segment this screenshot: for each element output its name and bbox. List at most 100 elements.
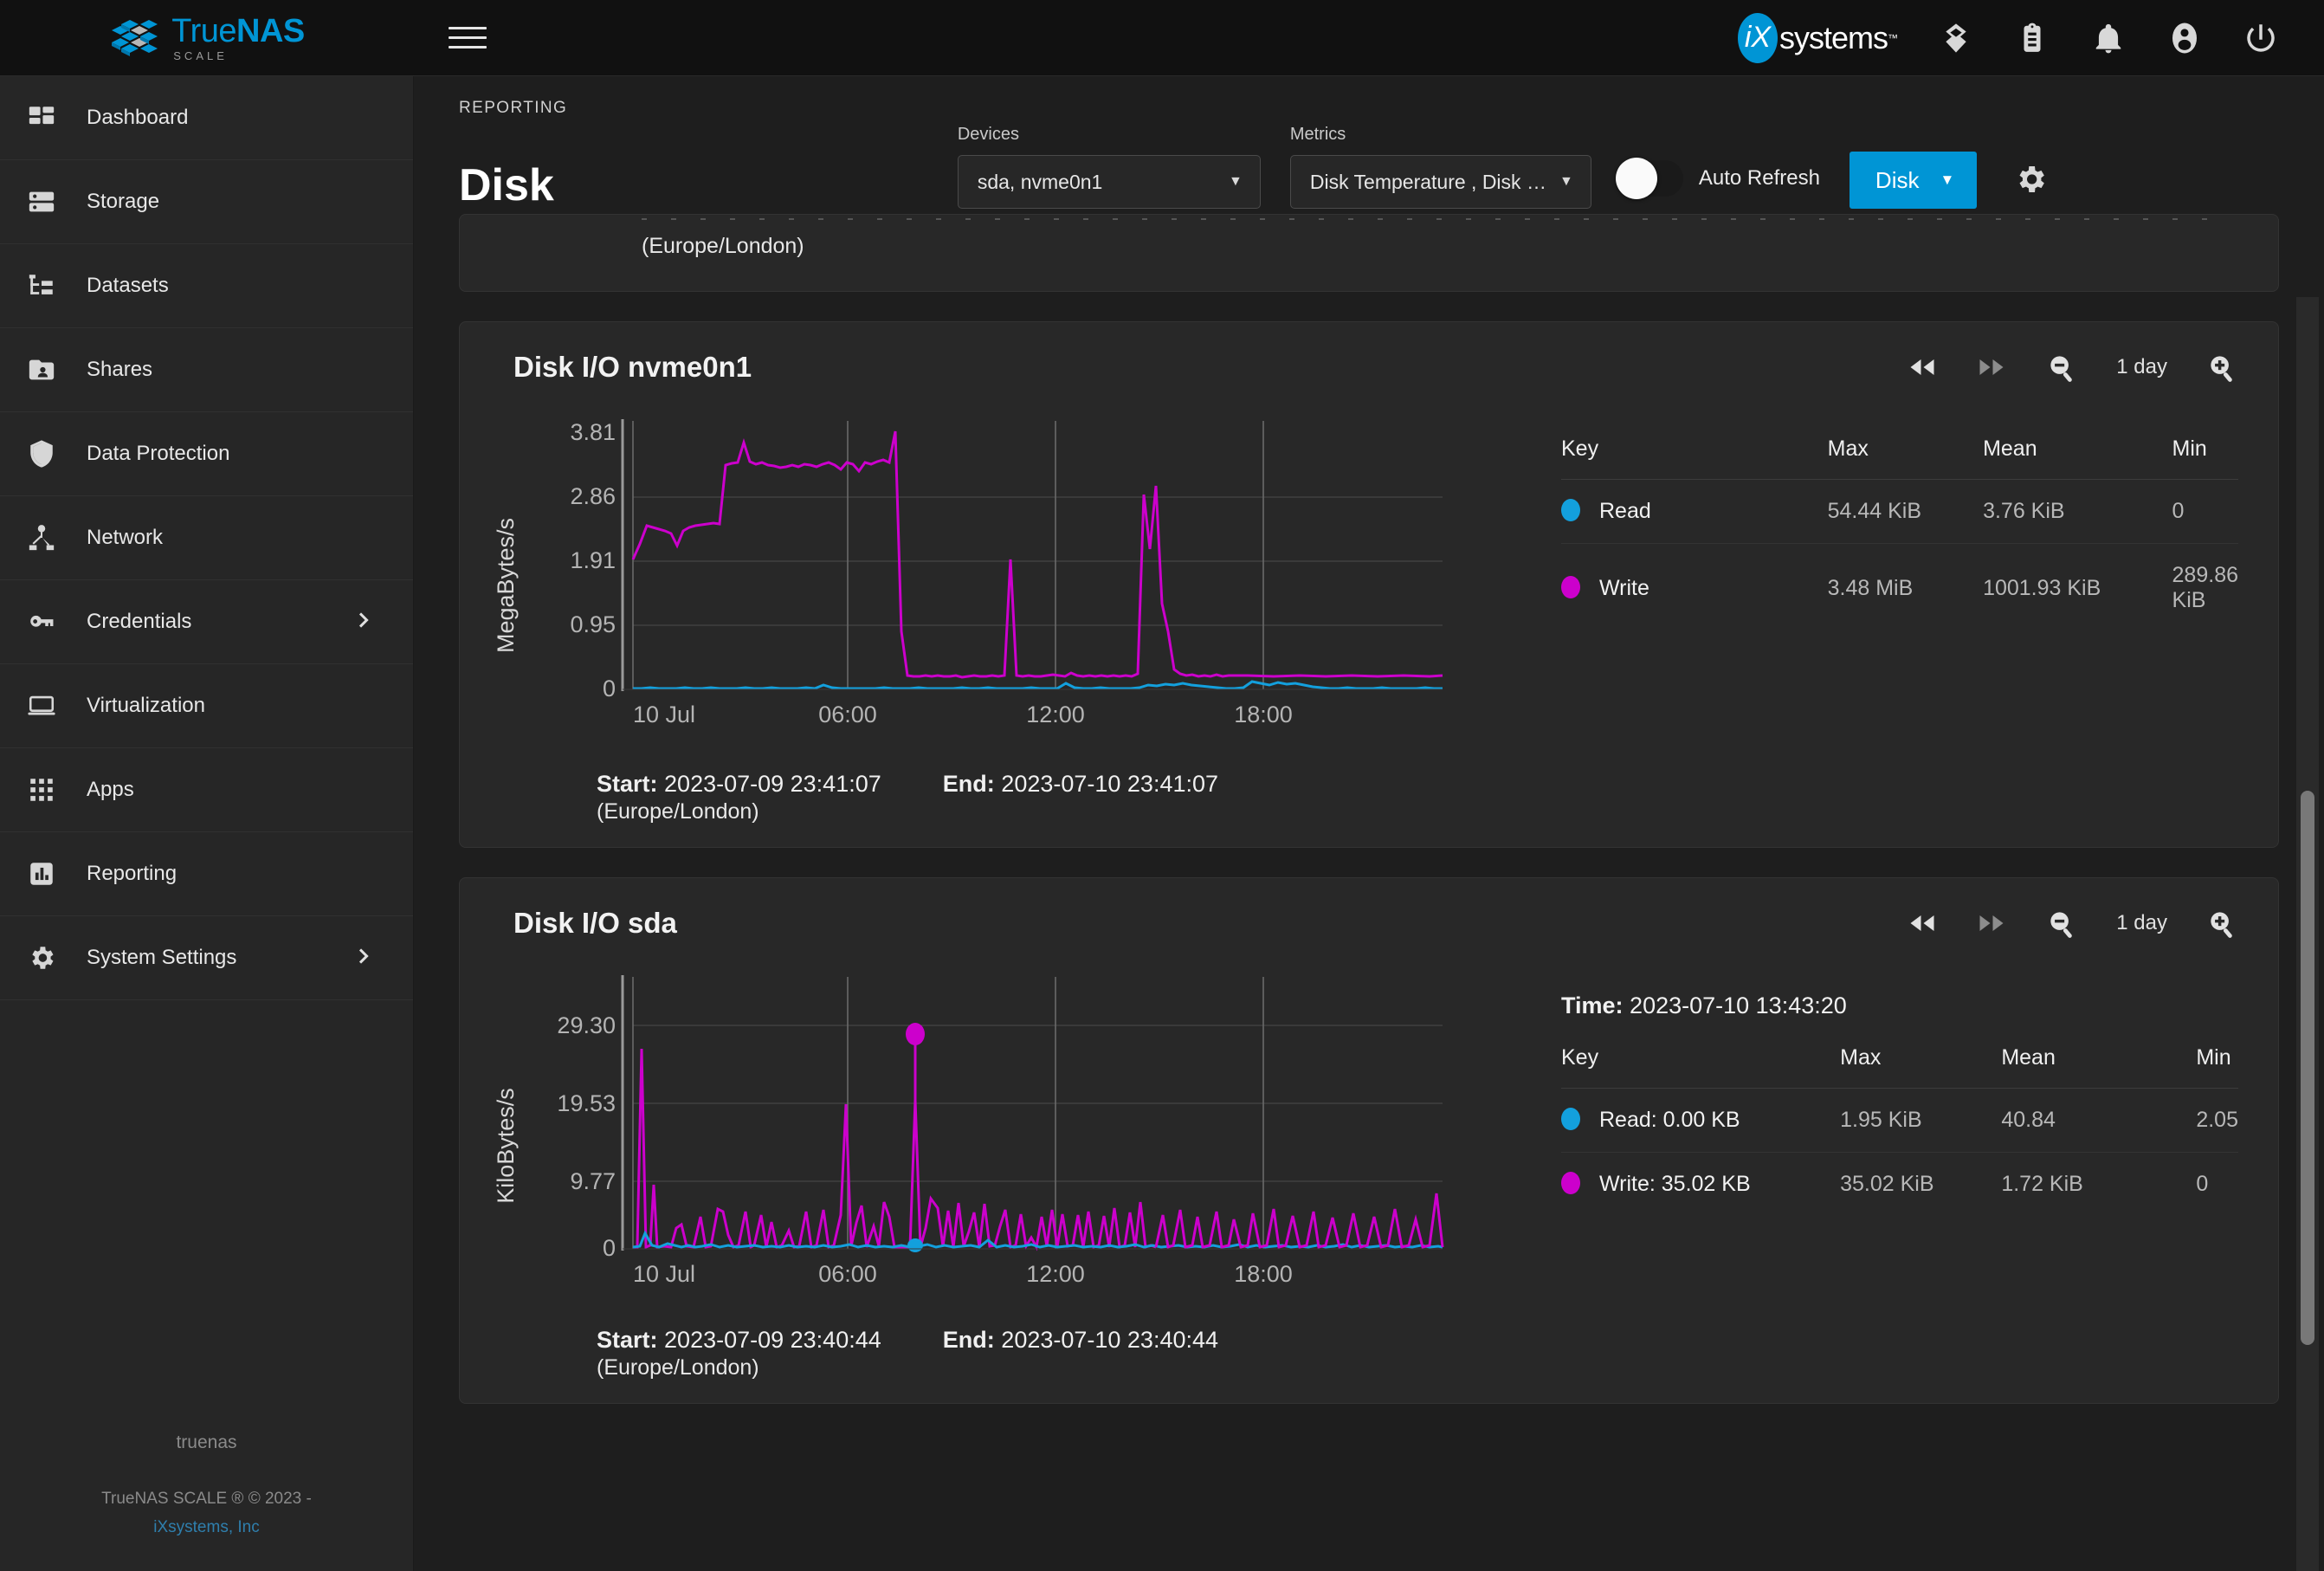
row-key-label: Read: 0.00 KB [1599,1108,1740,1132]
sidebar-item-label: Dashboard [87,106,377,130]
main-content: REPORTING Disk Devices sda, nvme0n1 ▼ M [414,76,2324,1571]
reports-scroll-area[interactable]: (Europe/London) Disk I/O nvme0n1 [414,214,2324,1571]
report-settings-gear-icon[interactable] [2006,155,2055,204]
auto-refresh-toggle[interactable] [1621,160,1683,197]
devices-value: sda, nvme0n1 [978,171,1102,194]
top-bar: TrueNAS SCALE iX systems ™ [0,0,2324,76]
row-min-cell: 0 [2196,1153,2238,1217]
network-icon [24,520,59,555]
page-title: Disk [459,161,554,214]
zoom-in-icon[interactable] [2205,351,2238,384]
x-tick: 10 Jul [633,1261,695,1287]
table-header-row: Key Max Mean Min [1561,1045,2238,1089]
timezone-label: (Europe/London) [494,798,1507,847]
time-value: 2023-07-10 13:43:20 [1630,992,1847,1018]
metrics-select[interactable]: Disk Temperature , Disk I... ▼ [1290,155,1591,209]
app-body: Dashboard Storage Datasets [0,76,2324,1571]
sidebar-item-dashboard[interactable]: Dashboard [0,76,413,160]
sidebar-item-credentials[interactable]: Credentials [0,580,413,664]
sidebar-item-datasets[interactable]: Datasets [0,244,413,328]
ixsystems-logo[interactable]: iX systems ™ [1738,13,1898,63]
chart-sda[interactable]: KiloBytes/s 29.30 19.53 9.77 0 [494,968,1507,1315]
sidebar-item-virtualization[interactable]: Virtualization [0,664,413,748]
vertical-grid-lines [633,421,1263,689]
sidebar-item-storage[interactable]: Storage [0,160,413,244]
forward-icon[interactable] [1976,354,2007,380]
report-type-label: Disk [1875,167,1920,194]
brand-name-part1: True [171,13,236,49]
clipboard-jobs-icon[interactable] [2014,20,2050,56]
column-header-mean: Mean [2001,1045,2196,1089]
column-header-max: Max [1828,436,1983,480]
sidebar-item-system-settings[interactable]: System Settings [0,916,413,1000]
metrics-value: Disk Temperature , Disk I... [1310,171,1547,194]
hamburger-menu-icon[interactable] [449,19,487,57]
dashboard-icon [24,100,59,135]
rewind-icon[interactable] [1907,354,1938,380]
power-icon[interactable] [2243,20,2279,56]
series-read [633,682,1443,689]
timezone-label: (Europe/London) [494,1354,1507,1403]
series-color-dot-read [1561,1108,1580,1130]
zoom-in-icon[interactable] [2205,907,2238,940]
scrollbar-thumb[interactable] [2301,791,2314,1345]
brand-logo[interactable]: TrueNAS SCALE [0,0,414,76]
start-label: Start: [597,771,658,797]
report-card-sda: Disk I/O sda 1 day [459,877,2279,1404]
chart-nvme0n1[interactable]: MegaBytes/s 3.81 2.86 1.91 0.95 0 [494,412,1507,759]
row-key-cell: Read [1561,480,1828,544]
ixsystems-link[interactable]: iXsystems, Inc [153,1518,259,1536]
sidebar-item-network[interactable]: Network [0,496,413,580]
sidebar-item-label: Reporting [87,862,377,886]
ixsystems-trademark: ™ [1888,32,1898,44]
breadcrumb: REPORTING [459,99,2324,118]
y-tick: 1.91 [570,547,616,573]
y-axis-label: MegaBytes/s [494,518,519,653]
chart-svg: KiloBytes/s 29.30 19.53 9.77 0 [494,968,1507,1315]
row-key-cell: Write [1561,544,1828,633]
sidebar-item-reporting[interactable]: Reporting [0,832,413,916]
row-max-cell: 1.95 KiB [1840,1089,2001,1153]
table-row: Read: 0.00 KB 1.95 KiB 40.84 2.05 [1561,1089,2238,1153]
series-write [633,1049,1156,1247]
devices-select[interactable]: sda, nvme0n1 ▼ [958,155,1261,209]
page-header: REPORTING Disk Devices sda, nvme0n1 ▼ M [414,76,2324,214]
row-key-label: Write [1599,576,1649,600]
bell-alerts-icon[interactable] [2090,20,2127,56]
row-max-cell: 54.44 KiB [1828,480,1983,544]
chevron-down-icon: ▼ [1940,171,1954,189]
copyright-line: TrueNAS SCALE ® © 2023 - [101,1490,312,1508]
metrics-table: Key Max Mean Min Read: 0. [1561,1045,2238,1216]
account-icon[interactable] [2166,20,2203,56]
y-tick: 3.81 [570,419,616,445]
report-controls: Devices sda, nvme0n1 ▼ Metrics Disk Temp… [958,125,2055,214]
sidebar-nav: Dashboard Storage Datasets [0,76,413,1000]
laptop-icon [24,689,59,723]
y-tick: 0 [603,676,616,701]
end-value: 2023-07-10 23:40:44 [1001,1327,1218,1353]
zoom-out-icon[interactable] [2045,907,2078,940]
chevron-right-icon [352,944,377,973]
zoom-out-icon[interactable] [2045,351,2078,384]
sidebar-item-apps[interactable]: Apps [0,748,413,832]
apps-catalog-icon[interactable] [1938,20,1974,56]
chart-range-row: Start: 2023-07-09 23:40:44 End: 2023-07-… [494,1315,1507,1354]
card-header: Disk I/O sda 1 day [460,878,2278,968]
end-label: End: [943,1327,995,1353]
end-value: 2023-07-10 23:41:07 [1001,771,1218,797]
auto-refresh-group: Auto Refresh [1621,160,1820,209]
card-title: Disk I/O nvme0n1 [513,351,752,384]
grid-lines [633,1025,1443,1181]
vertical-scrollbar[interactable] [2296,297,2319,1571]
column-header-max: Max [1840,1045,2001,1089]
sidebar-item-data-protection[interactable]: Data Protection [0,412,413,496]
rewind-icon[interactable] [1907,910,1938,936]
y-tick: 29.30 [557,1012,616,1038]
sidebar-item-shares[interactable]: Shares [0,328,413,412]
gear-icon [24,941,59,975]
storage-icon [24,184,59,219]
brand-name-part2: NAS [236,13,305,49]
forward-icon[interactable] [1976,910,2007,936]
chart-column: MegaBytes/s 3.81 2.86 1.91 0.95 0 [494,412,1507,847]
report-type-button[interactable]: Disk ▼ [1850,152,1977,209]
